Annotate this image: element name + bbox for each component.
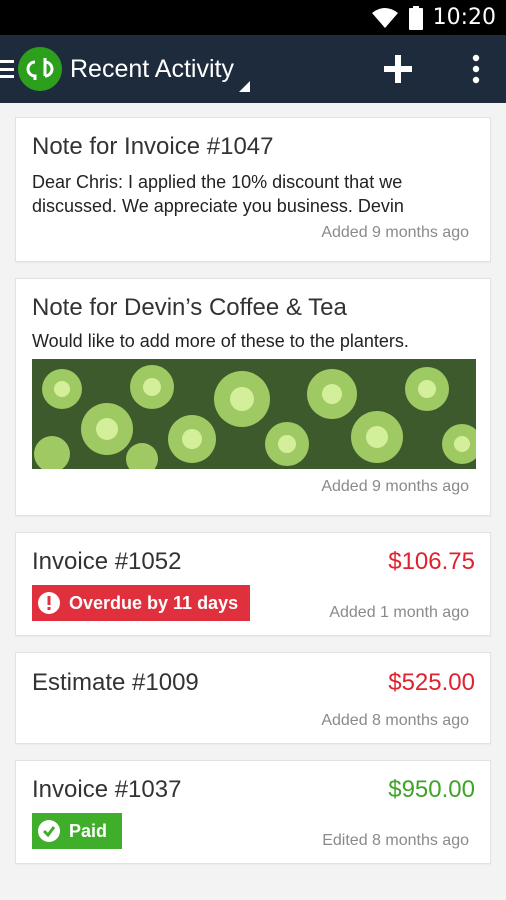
timestamp: Added 8 months ago [321, 712, 469, 729]
overdue-badge: Overdue by 11 days [32, 585, 250, 621]
badge-label: Overdue by 11 days [69, 592, 239, 613]
timestamp: Added 1 month ago [329, 604, 469, 621]
clock: 10:20 [432, 5, 496, 30]
wifi-icon [371, 7, 399, 29]
note-line: discussed. We appreciate you business. D… [32, 196, 404, 216]
timestamp: Added 9 months ago [321, 478, 469, 495]
card-title: Note for Devin’s Coffee & Tea [32, 294, 347, 321]
timestamp: Added 9 months ago [321, 224, 469, 241]
timestamp: Edited 8 months ago [322, 832, 469, 849]
status-bar: 10:20 [0, 0, 506, 35]
estimate-amount: $525.00 [388, 669, 475, 696]
invoice-amount: $106.75 [388, 548, 475, 575]
alert-icon [38, 592, 60, 614]
activity-list: Note for Invoice #1047 Dear Chris: I app… [0, 103, 506, 894]
note-line: Dear Chris: I applied the 10% discount t… [32, 172, 403, 192]
dropdown-indicator-icon [238, 80, 250, 92]
more-vert-icon [472, 54, 480, 84]
battery-icon [408, 5, 423, 30]
check-icon [38, 820, 60, 842]
card-title: Note for Invoice #1047 [32, 133, 274, 160]
note-text: Would like to add more of these to the p… [32, 331, 409, 351]
add-button[interactable] [368, 35, 428, 103]
attached-photo[interactable] [32, 359, 476, 469]
activity-card-invoice-1037[interactable]: Invoice #1037 $950.00 Paid Edited 8 mont… [15, 760, 491, 864]
quickbooks-logo [18, 47, 62, 91]
menu-icon [0, 60, 14, 78]
more-options-button[interactable] [446, 35, 506, 103]
activity-card-estimate-1009[interactable]: Estimate #1009 $525.00 Added 8 months ag… [15, 652, 491, 744]
activity-card-invoice-1052[interactable]: Invoice #1052 $106.75 Overdue by 11 days… [15, 532, 491, 636]
nav-drawer-toggle[interactable] [0, 35, 62, 103]
card-title: Invoice #1037 [32, 776, 182, 803]
page-title: Recent Activity [70, 54, 234, 83]
add-icon [384, 55, 412, 83]
activity-card-note-invoice-1047[interactable]: Note for Invoice #1047 Dear Chris: I app… [15, 117, 491, 262]
page-title-dropdown[interactable]: Recent Activity [70, 54, 250, 92]
paid-badge: Paid [32, 813, 122, 849]
badge-label: Paid [69, 820, 108, 841]
card-title: Estimate #1009 [32, 669, 199, 696]
invoice-amount: $950.00 [388, 776, 475, 803]
activity-card-note-devins-coffee[interactable]: Note for Devin’s Coffee & Tea Would like… [15, 278, 491, 516]
card-title: Invoice #1052 [32, 548, 182, 575]
app-bar: Recent Activity [0, 35, 506, 103]
